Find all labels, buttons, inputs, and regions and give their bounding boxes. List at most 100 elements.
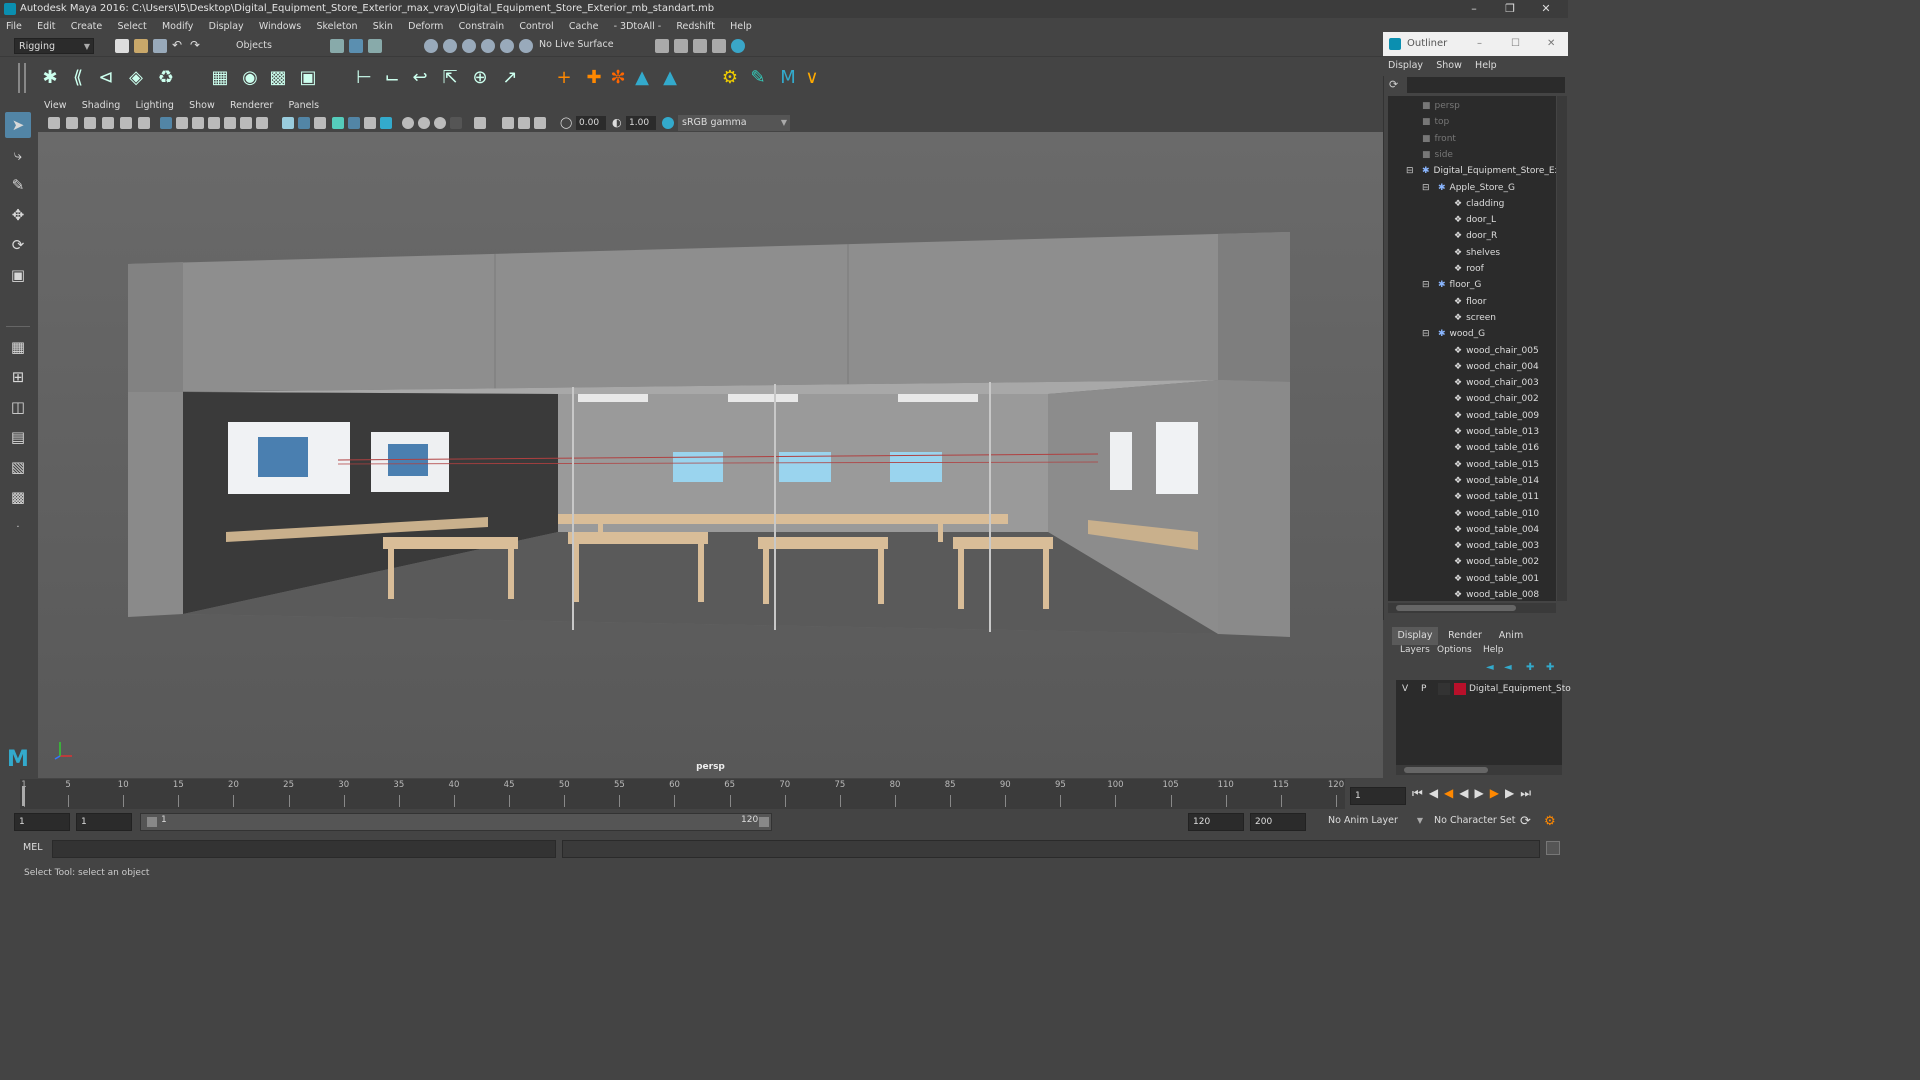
outliner-item[interactable]: ✱ floor_G ⊟ <box>1422 277 1481 293</box>
render-current-frame-icon[interactable] <box>674 39 688 53</box>
bind-skin-icon[interactable]: ▦ <box>208 65 232 89</box>
layer-scroll-thumb[interactable] <box>1404 767 1488 773</box>
menu-redshift[interactable]: Redshift <box>670 18 721 36</box>
xray-active-components-icon[interactable] <box>518 117 530 129</box>
outliner-scroll-thumb[interactable] <box>1396 605 1516 611</box>
orient-constraint-icon[interactable]: ↩ <box>408 65 432 89</box>
outliner-menu-help[interactable]: Help <box>1470 56 1502 76</box>
humanik-icon[interactable]: ✼ <box>606 65 630 89</box>
two-d-pan-zoom-icon[interactable] <box>120 117 132 129</box>
motion-blur-icon[interactable] <box>418 117 430 129</box>
locator-icon[interactable]: + <box>552 65 576 89</box>
safe-title-icon[interactable] <box>256 117 268 129</box>
select-camera-icon[interactable] <box>48 117 60 129</box>
menu-create[interactable]: Create <box>65 18 109 36</box>
layer-reference-toggle[interactable] <box>1438 683 1450 695</box>
outliner-item[interactable]: ❖ wood_table_003 <box>1454 538 1539 554</box>
panel-menu-lighting[interactable]: Lighting <box>130 98 180 114</box>
view-transform-dropdown[interactable]: sRGB gamma ▼ <box>678 115 790 131</box>
smooth-shade-icon[interactable] <box>298 117 310 129</box>
menu-help[interactable]: Help <box>724 18 758 36</box>
blend-shape-icon[interactable]: ✎ <box>746 65 770 89</box>
outliner-item[interactable]: ❖ wood_chair_005 <box>1454 343 1539 359</box>
wire-deformer-icon[interactable]: ∨ <box>800 65 824 89</box>
scale-constraint-icon[interactable]: ⇱ <box>438 65 462 89</box>
playback-start-field[interactable]: 1 <box>76 813 132 831</box>
layer-menu-help[interactable]: Help <box>1483 645 1504 655</box>
isolate-select-icon[interactable] <box>474 117 486 129</box>
select-by-object-icon[interactable] <box>349 39 363 53</box>
menu-skin[interactable]: Skin <box>367 18 399 36</box>
animation-end-field[interactable]: 200 <box>1250 813 1306 831</box>
resolution-gate-icon[interactable] <box>192 117 204 129</box>
outliner-refresh-icon[interactable]: ⟳ <box>1389 78 1403 92</box>
outliner-item[interactable]: ■ side <box>1422 147 1453 163</box>
outliner-item[interactable]: ❖ wood_chair_002 <box>1454 391 1539 407</box>
xray-joints-icon[interactable] <box>534 117 546 129</box>
outliner-item[interactable]: ✱ wood_G ⊟ <box>1422 326 1485 342</box>
outliner-menu-display[interactable]: Display <box>1383 56 1428 76</box>
outliner-item[interactable]: ❖ wood_table_008 <box>1454 587 1539 601</box>
depth-of-field-icon[interactable] <box>450 117 462 129</box>
tab-render[interactable]: Render <box>1442 627 1488 645</box>
outliner-item[interactable]: ❖ wood_table_013 <box>1454 424 1539 440</box>
snap-to-view-plane-icon[interactable] <box>481 39 495 53</box>
image-plane-icon[interactable] <box>102 117 114 129</box>
animation-start-field[interactable]: 1 <box>14 813 70 831</box>
outliner-vertical-scrollbar[interactable] <box>1557 96 1567 601</box>
outliner-maximize-button[interactable]: ☐ <box>1511 32 1520 56</box>
minimize-button[interactable]: – <box>1456 0 1492 18</box>
ik-fk-icon[interactable]: ✚ <box>582 65 606 89</box>
outliner-item[interactable]: ❖ wood_chair_003 <box>1454 375 1539 391</box>
outliner-item[interactable]: ❖ wood_table_001 <box>1454 571 1539 587</box>
lasso-tool-icon[interactable]: ⤷ <box>5 142 31 168</box>
step-forward-frame-icon[interactable]: ▶ <box>1505 786 1520 800</box>
layer-menu-options[interactable]: Options <box>1437 645 1472 655</box>
outliner-item[interactable]: ❖ wood_table_009 <box>1454 408 1539 424</box>
layer-color-swatch[interactable] <box>1454 683 1466 695</box>
layer-row[interactable]: V P Digital_Equipment_Sto <box>1396 681 1571 697</box>
lattice-icon[interactable]: ▩ <box>266 65 290 89</box>
aim-constraint-icon[interactable]: ⊕ <box>468 65 492 89</box>
step-back-key-icon[interactable]: ◀ <box>1444 786 1459 800</box>
outliner-close-button[interactable]: ✕ <box>1547 32 1555 56</box>
outliner-menu-show[interactable]: Show <box>1431 56 1467 76</box>
hypershade-layout-icon[interactable]: ▧ <box>5 454 31 480</box>
persp-outliner-layout-icon[interactable]: ◫ <box>5 394 31 420</box>
outliner-item[interactable]: ■ front <box>1422 131 1456 147</box>
gamma-icon[interactable]: ◐ <box>612 116 622 129</box>
panel-menu-renderer[interactable]: Renderer <box>224 98 279 114</box>
outliner-item[interactable]: ❖ floor <box>1454 294 1486 310</box>
film-gate-icon[interactable] <box>176 117 188 129</box>
bookmark-icon[interactable] <box>84 117 96 129</box>
playback-end-field[interactable]: 120 <box>1188 813 1244 831</box>
grease-pencil-icon[interactable] <box>138 117 150 129</box>
use-all-lights-icon[interactable] <box>364 117 376 129</box>
menu-edit[interactable]: Edit <box>31 18 61 36</box>
play-backwards-icon[interactable]: ◀ <box>1459 786 1474 800</box>
outliner-tree[interactable]: ■ persp ■ top ■ front ■ side ✱ Digital_Equipment_… <box>1388 96 1556 601</box>
ipr-render-icon[interactable] <box>693 39 707 53</box>
persp-graph-layout-icon[interactable]: ▤ <box>5 424 31 450</box>
paint-weights-icon[interactable]: ◉ <box>238 65 262 89</box>
field-chart-icon[interactable] <box>224 117 236 129</box>
layer-playback-toggle[interactable]: P <box>1421 681 1426 697</box>
set-driven-key-icon[interactable]: ⚙ <box>718 65 742 89</box>
menu-control[interactable]: Control <box>513 18 559 36</box>
point-constraint-icon[interactable]: ⌙ <box>380 65 404 89</box>
outliner-item[interactable]: ❖ wood_table_010 <box>1454 506 1539 522</box>
animation-preferences-icon[interactable]: ⚙ <box>1544 814 1556 829</box>
xray-icon[interactable] <box>502 117 514 129</box>
panel-menu-panels[interactable]: Panels <box>283 98 326 114</box>
snap-to-point-icon[interactable] <box>462 39 476 53</box>
auto-key-icon[interactable]: ⟳ <box>1520 814 1531 829</box>
outliner-item[interactable]: ■ top <box>1422 114 1449 130</box>
script-editor-icon[interactable] <box>1546 841 1560 855</box>
insert-joint-icon[interactable]: ◈ <box>124 65 148 89</box>
time-slider[interactable]: 1 5 10 15 20 25 30 35 40 45 50 55 60 65 70 75 80 85 90 95 10… <box>20 779 1345 809</box>
snap-to-curve-icon[interactable] <box>443 39 457 53</box>
outliner-item[interactable]: ❖ roof <box>1454 261 1484 277</box>
more-layouts-icon[interactable]: · <box>5 514 31 540</box>
ik-handle-icon[interactable]: ⟪ <box>66 65 90 89</box>
rotate-tool-icon[interactable]: ⟳ <box>5 232 31 258</box>
